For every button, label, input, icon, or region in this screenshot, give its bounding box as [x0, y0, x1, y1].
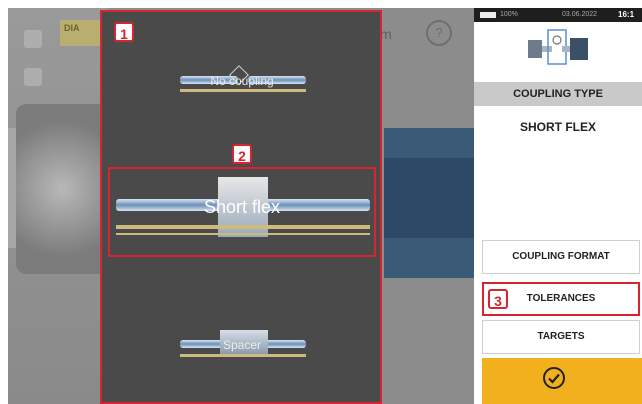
coupling-format-button[interactable]: COUPLING FORMAT — [482, 240, 640, 274]
machine-thumbnail — [528, 29, 588, 65]
spacer-option[interactable]: Spacer — [162, 312, 322, 372]
shaft-base-line — [180, 354, 306, 357]
short-flex-option[interactable]: Short flex — [108, 167, 376, 257]
status-bar: 100% 03.06.2022 16:1 — [474, 8, 642, 22]
diagnosis-label: DIA — [64, 23, 80, 33]
callout-badge-1: 1 — [114, 22, 134, 42]
blue-machine-graphic-detail — [384, 158, 474, 238]
battery-percent: 100% — [500, 11, 518, 18]
status-time: 16:1 — [618, 10, 635, 19]
shaft-base-line-2 — [116, 233, 370, 235]
battery-icon — [480, 12, 496, 18]
motor-graphic — [16, 104, 108, 274]
coupling-label: No coupling — [210, 74, 274, 88]
status-date: 03.06.2022 — [562, 11, 598, 18]
coupling-label: Short flex — [203, 197, 281, 217]
home-icon[interactable] — [24, 30, 42, 48]
diagnosis-tile[interactable]: DIA — [60, 20, 100, 46]
targets-button[interactable]: TARGETS — [482, 320, 640, 354]
shaft-base-line — [180, 89, 306, 92]
coupling-label: Spacer — [222, 338, 262, 352]
help-icon[interactable]: ? — [426, 20, 452, 46]
current-coupling-value[interactable]: SHORT FLEX — [474, 120, 642, 134]
coupling-type-header: COUPLING TYPE — [474, 82, 642, 106]
coupling-selector-panel: 1 No coupling 2 Short flex Spacer — [100, 10, 382, 404]
checkmark-icon — [543, 367, 565, 389]
no-coupling-option[interactable]: No coupling — [162, 56, 322, 106]
machine-icon[interactable] — [24, 68, 42, 86]
app-screen: DIA m ? 1 No coupling 2 Short flex Space… — [8, 8, 642, 404]
callout-badge-3: 3 — [488, 289, 508, 309]
callout-badge-2: 2 — [232, 144, 252, 164]
sidebar: 100% 03.06.2022 16:1 COUPLING TYPE SHORT… — [474, 8, 642, 404]
shaft-base-line — [116, 225, 370, 229]
